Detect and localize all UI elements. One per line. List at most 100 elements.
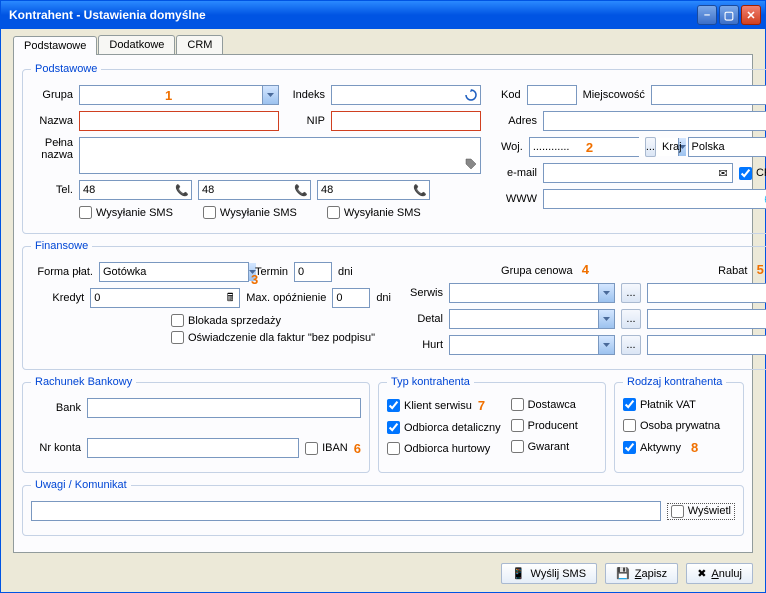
gwarant-checkbox[interactable]: Gwarant xyxy=(511,440,578,453)
chevron-down-icon[interactable] xyxy=(598,284,614,302)
dostawca-checkbox[interactable]: Dostawca xyxy=(511,398,578,411)
label-maxop: Max. opóźnienie xyxy=(246,292,326,304)
wyswietl-checkbox[interactable]: Wyświetl xyxy=(667,503,735,520)
tab-bar: Podstawowe Dodatkowe CRM xyxy=(1,31,765,54)
label-woj: Woj. xyxy=(501,141,523,153)
hurt-grupa-browse[interactable]: ... xyxy=(621,335,641,355)
indeks-input[interactable] xyxy=(331,85,481,105)
maxop-input[interactable] xyxy=(332,288,370,308)
label-hurt: Hurt xyxy=(403,339,443,351)
group-finansowe: Finansowe Forma płat. Termin dni K xyxy=(22,240,766,370)
serwis-grupa-browse[interactable]: ... xyxy=(621,283,641,303)
close-button[interactable]: ✕ xyxy=(741,5,761,25)
detal-rabat-select[interactable] xyxy=(647,309,766,329)
hurt-rabat-select[interactable] xyxy=(647,335,766,355)
uwagi-input[interactable] xyxy=(31,501,661,521)
klient-checkbox[interactable]: Klient serwisu xyxy=(387,399,472,412)
odbiorca-d-checkbox[interactable]: Odbiorca detaliczny xyxy=(387,421,501,434)
legend-bank: Rachunek Bankowy xyxy=(31,376,136,388)
titlebar: Kontrahent - Ustawienia domyślne – ▢ ✕ xyxy=(1,1,765,29)
email-input[interactable] xyxy=(543,163,733,183)
detal-grupa-browse[interactable]: ... xyxy=(621,309,641,329)
termin-input[interactable] xyxy=(294,262,332,282)
group-bank: Rachunek Bankowy Bank Nr konta IBAN 6 xyxy=(22,376,370,473)
zapisz-button[interactable]: 💾 Zapisz xyxy=(605,563,678,584)
phone-icon: 📱 xyxy=(512,567,526,580)
woj-browse-button[interactable]: ... xyxy=(645,137,656,157)
blokada-checkbox[interactable]: Blokada sprzedaży xyxy=(171,314,281,327)
odbiorca-h-checkbox[interactable]: Odbiorca hurtowy xyxy=(387,442,501,455)
kraj-select[interactable] xyxy=(688,137,766,157)
osoba-checkbox[interactable]: Osoba prywatna xyxy=(623,419,735,432)
oswiadczenie-checkbox[interactable]: Oświadczenie dla faktur "bez podpisu" xyxy=(171,331,375,344)
group-uwagi: Uwagi / Komunikat Wyświetl xyxy=(22,479,744,536)
nip-input[interactable] xyxy=(331,111,481,131)
tag-icon[interactable] xyxy=(464,157,478,171)
serwis-grupa-select[interactable] xyxy=(449,283,615,303)
platnik-checkbox[interactable]: Płatnik VAT xyxy=(623,398,735,411)
label-www: WWW xyxy=(501,193,537,205)
label-nrkonta: Nr konta xyxy=(31,442,81,454)
label-kredyt: Kredyt xyxy=(31,292,84,304)
maximize-button[interactable]: ▢ xyxy=(719,5,739,25)
marker-5: 5 xyxy=(757,262,764,277)
chevron-down-icon[interactable] xyxy=(262,86,278,104)
miejscowosc-input[interactable] xyxy=(651,85,766,105)
sms1-checkbox[interactable]: Wysyłanie SMS xyxy=(79,206,173,219)
label-detal: Detal xyxy=(403,313,443,325)
adres-input[interactable] xyxy=(543,111,766,131)
minimize-button[interactable]: – xyxy=(697,5,717,25)
label-adres: Adres xyxy=(501,115,537,127)
legend-podstawowe: Podstawowe xyxy=(31,63,101,75)
legend-uwagi: Uwagi / Komunikat xyxy=(31,479,131,491)
pelna-nazwa-input[interactable] xyxy=(79,137,481,174)
phone-icon[interactable]: 📞 xyxy=(413,183,427,197)
calc-icon[interactable]: 🖩 xyxy=(223,291,237,305)
marker-1: 1 xyxy=(165,88,172,103)
grupa-select[interactable]: 1 xyxy=(79,85,279,105)
detal-grupa-select[interactable] xyxy=(449,309,615,329)
tab-dodatkowe[interactable]: Dodatkowe xyxy=(98,35,175,54)
iban-checkbox[interactable]: IBAN xyxy=(305,442,348,455)
label-dni2: dni xyxy=(376,292,391,304)
mail-icon[interactable]: ✉ xyxy=(716,166,730,180)
footer: 📱 Wyślij SMS 💾 Zapisz ✖ Anuluj xyxy=(1,561,765,592)
wyslij-sms-button[interactable]: 📱 Wyślij SMS xyxy=(501,563,597,584)
label-dni: dni xyxy=(338,266,353,278)
kredyt-input[interactable] xyxy=(90,288,240,308)
woj-select[interactable]: 2 xyxy=(529,137,639,157)
forma-select[interactable] xyxy=(99,262,249,282)
sms3-checkbox[interactable]: Wysyłanie SMS xyxy=(327,206,421,219)
group-typ: Typ kontrahenta Klient serwisu 7 Odbiorc… xyxy=(378,376,606,473)
marker-6: 6 xyxy=(354,441,361,456)
kod-input[interactable] xyxy=(527,85,577,105)
phone-icon[interactable]: 📞 xyxy=(294,183,308,197)
tab-crm[interactable]: CRM xyxy=(176,35,223,54)
refresh-icon[interactable] xyxy=(464,88,478,102)
producent-checkbox[interactable]: Producent xyxy=(511,419,578,432)
serwis-rabat-select[interactable] xyxy=(647,283,766,303)
marker-7: 7 xyxy=(478,398,485,413)
label-email: e-mail xyxy=(501,167,537,179)
label-indeks: Indeks xyxy=(285,89,325,101)
phone-icon[interactable]: 📞 xyxy=(175,183,189,197)
label-pelna: Pełna nazwa xyxy=(31,137,73,161)
chevron-down-icon[interactable] xyxy=(598,336,614,354)
chevron-down-icon[interactable] xyxy=(598,310,614,328)
www-input[interactable] xyxy=(543,189,766,209)
nrkonta-input[interactable] xyxy=(87,438,299,458)
window-title: Kontrahent - Ustawienia domyślne xyxy=(5,8,697,22)
crm-checkbox[interactable]: CRM xyxy=(739,167,766,180)
save-icon: 💾 xyxy=(616,567,630,580)
tab-podstawowe[interactable]: Podstawowe xyxy=(13,36,97,55)
tab-content: Podstawowe Grupa 1 Indeks xyxy=(13,54,753,553)
bank-input[interactable] xyxy=(87,398,361,418)
label-grupacen: Grupa cenowa xyxy=(501,265,573,277)
nazwa-input[interactable] xyxy=(79,111,279,131)
sms2-checkbox[interactable]: Wysyłanie SMS xyxy=(203,206,297,219)
anuluj-button[interactable]: ✖ Anuluj xyxy=(686,563,753,584)
label-rabat: Rabat xyxy=(718,265,747,277)
aktywny-checkbox[interactable]: Aktywny xyxy=(623,441,681,454)
hurt-grupa-select[interactable] xyxy=(449,335,615,355)
marker-3: 3 xyxy=(251,272,258,287)
